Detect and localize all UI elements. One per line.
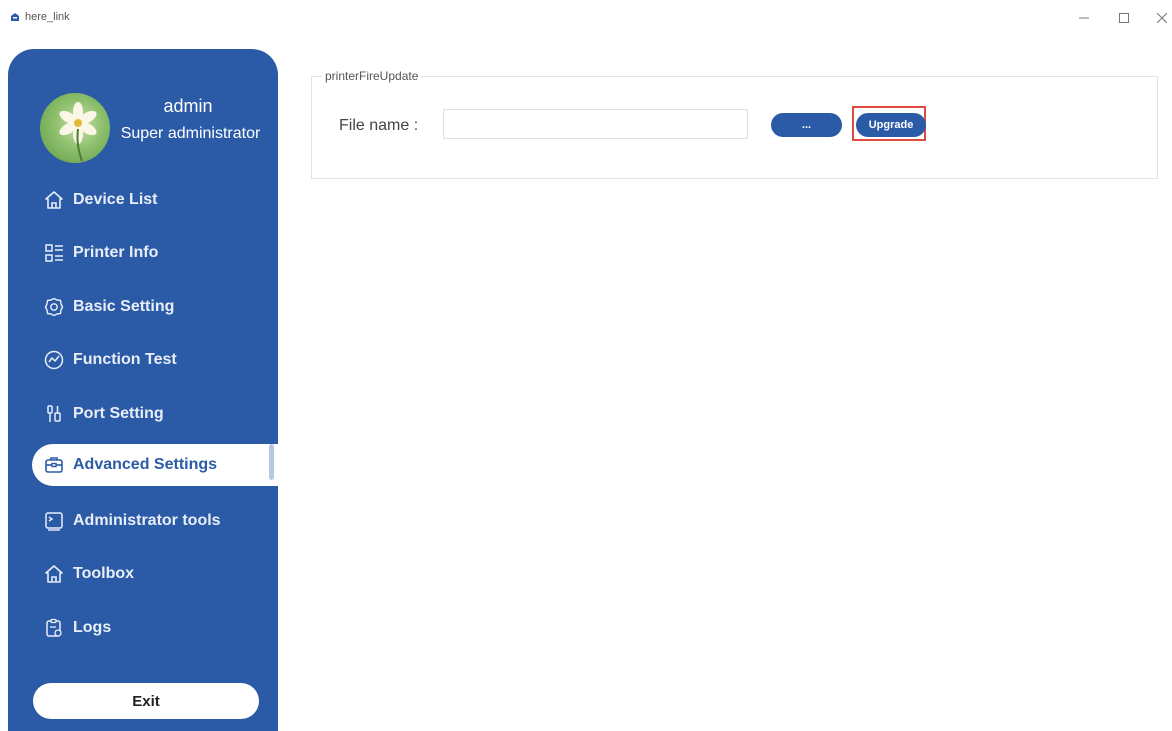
sidebar-item-port-setting[interactable]: Port Setting [32, 393, 278, 435]
sidebar-item-logs[interactable]: Logs [32, 607, 278, 649]
upgrade-button[interactable]: Upgrade [856, 113, 926, 137]
briefcase-icon [43, 454, 65, 476]
minimize-icon [1079, 17, 1089, 19]
avatar [40, 93, 110, 163]
sidebar-item-advanced-settings[interactable]: Advanced Settings [32, 444, 278, 486]
close-icon [1157, 13, 1167, 23]
maximize-icon [1119, 13, 1129, 23]
sidebar-item-label: Printer Info [73, 244, 159, 261]
sidebar-item-label: Logs [73, 619, 112, 636]
title-bar: here_link [0, 0, 1172, 36]
maximize-button[interactable] [1110, 8, 1138, 28]
user-name: admin [163, 96, 213, 116]
sidebar-item-printer-info[interactable]: Printer Info [32, 232, 278, 274]
chart-icon [43, 349, 65, 371]
sidebar-scrollbar[interactable] [269, 444, 274, 480]
sidebar-item-label: Port Setting [73, 405, 164, 422]
list-icon [43, 242, 65, 264]
group-title: printerFireUpdate [322, 69, 422, 83]
sidebar-item-label: Device List [73, 191, 158, 208]
terminal-icon [43, 510, 65, 532]
file-name-label: File name : [339, 117, 419, 134]
sidebar-item-administrator-tools[interactable]: Administrator tools [32, 500, 278, 542]
flower-icon [59, 102, 97, 162]
sidebar-item-label: Toolbox [73, 565, 135, 582]
user-role: Super administrator [120, 125, 261, 142]
close-button[interactable] [1148, 8, 1172, 28]
home-icon [43, 563, 65, 585]
file-name-input[interactable] [443, 109, 748, 139]
app-icon [11, 13, 19, 21]
sidebar-item-toolbox[interactable]: Toolbox [32, 553, 278, 595]
home-icon [43, 189, 65, 211]
sidebar-item-label: Advanced Settings [73, 456, 218, 473]
browse-button[interactable]: ... [771, 113, 842, 137]
sidebar-item-basic-setting[interactable]: Basic Setting [32, 286, 278, 328]
gear-icon [43, 296, 65, 318]
plug-icon [43, 403, 65, 425]
sidebar-item-device-list[interactable]: Device List [32, 179, 278, 221]
minimize-button[interactable] [1070, 8, 1098, 28]
sidebar-item-label: Function Test [73, 351, 177, 368]
sidebar: admin Super administrator Device List Pr… [8, 49, 278, 731]
clipboard-icon [43, 617, 65, 639]
sidebar-item-label: Administrator tools [73, 512, 221, 529]
window-title: here_link [25, 11, 70, 23]
sidebar-item-function-test[interactable]: Function Test [32, 339, 278, 381]
sidebar-item-label: Basic Setting [73, 298, 175, 315]
exit-button[interactable]: Exit [33, 683, 259, 719]
